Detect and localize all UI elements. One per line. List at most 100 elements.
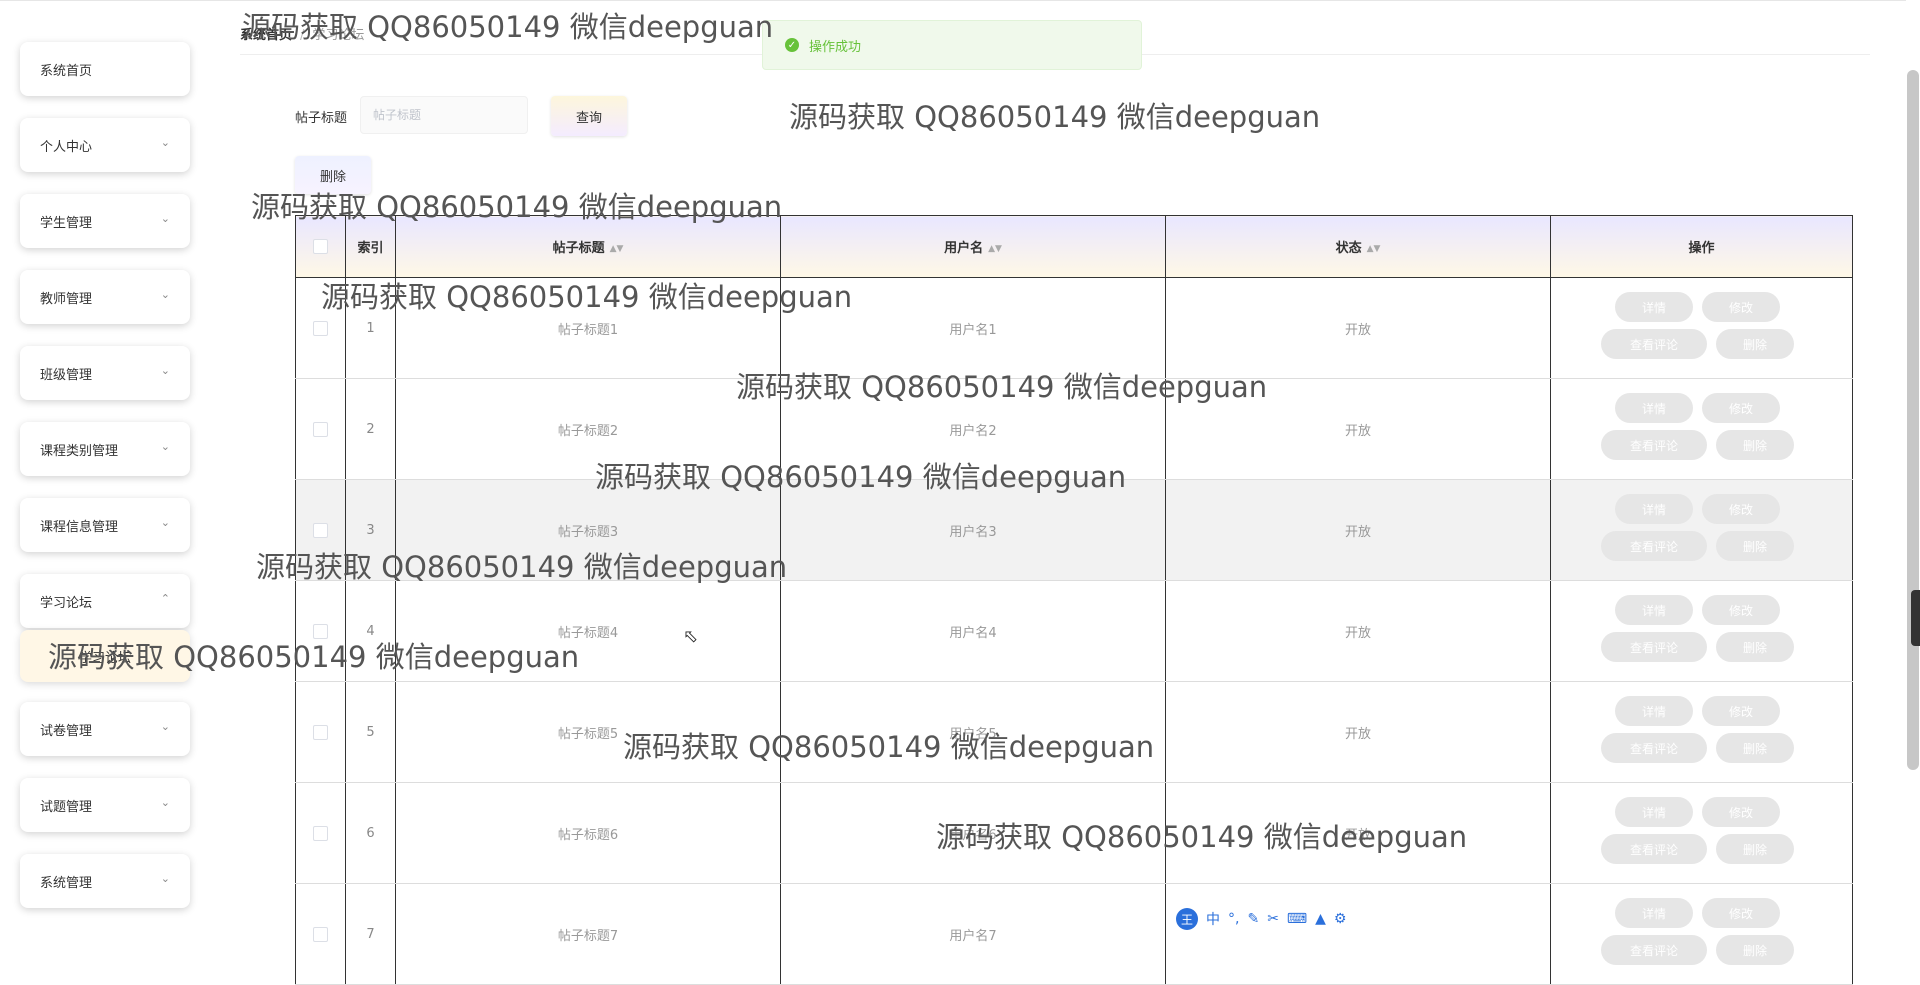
row-title: 帖子标题5 bbox=[395, 681, 781, 783]
row-checkbox[interactable] bbox=[313, 522, 328, 538]
view-comments-button[interactable]: 查看评论 bbox=[1601, 935, 1707, 965]
breadcrumb-home[interactable]: 系统首页 bbox=[240, 28, 292, 43]
sidebar-item-personal[interactable]: 个人中心 ⌄ bbox=[20, 118, 190, 172]
row-status: 开放 bbox=[1165, 782, 1551, 884]
punctuation-icon[interactable]: °, bbox=[1228, 911, 1239, 927]
keyboard-icon[interactable]: ⌨ bbox=[1287, 911, 1307, 927]
table-row: 5 帖子标题5 用户名5 开放 详情 修改 查看评论 删除 bbox=[295, 681, 1853, 783]
row-select-cell[interactable] bbox=[295, 277, 346, 379]
delete-button[interactable]: 删除 bbox=[1716, 430, 1794, 460]
sidebar-item-label: 学生管理 bbox=[40, 215, 93, 231]
sidebar-subitem-label: 学习论坛 bbox=[78, 650, 131, 666]
sort-icon[interactable]: ▲▼ bbox=[988, 244, 1002, 254]
detail-button[interactable]: 详情 bbox=[1615, 595, 1693, 625]
sidebar-item-classes[interactable]: 班级管理 ⌄ bbox=[20, 346, 190, 400]
pen-icon[interactable]: ✎ bbox=[1247, 911, 1259, 927]
chevron-up-icon: ⌃ bbox=[160, 592, 170, 605]
skin-icon[interactable]: ▲ bbox=[1315, 911, 1326, 927]
query-button[interactable]: 查询 bbox=[551, 96, 627, 136]
sort-icon[interactable]: ▲▼ bbox=[610, 244, 624, 254]
title-header-label: 帖子标题 bbox=[552, 241, 605, 256]
sidebar-item-teachers[interactable]: 教师管理 ⌄ bbox=[20, 270, 190, 324]
edit-button[interactable]: 修改 bbox=[1702, 494, 1780, 524]
row-checkbox[interactable] bbox=[313, 320, 328, 336]
edit-button[interactable]: 修改 bbox=[1702, 696, 1780, 726]
sidebar-item-label: 个人中心 bbox=[40, 139, 93, 155]
title-header[interactable]: 帖子标题 ▲▼ bbox=[395, 215, 781, 278]
success-toast: ✓ 操作成功 bbox=[762, 20, 1142, 70]
edit-button[interactable]: 修改 bbox=[1702, 292, 1780, 322]
sidebar-item-label: 试题管理 bbox=[40, 799, 93, 815]
row-select-cell[interactable] bbox=[295, 479, 346, 581]
edit-button[interactable]: 修改 bbox=[1702, 797, 1780, 827]
batch-delete-button[interactable]: 删除 bbox=[295, 156, 371, 194]
row-actions: 详情 修改查看评论 删除 bbox=[1550, 378, 1853, 480]
delete-button[interactable]: 删除 bbox=[1716, 733, 1794, 763]
sort-icon[interactable]: ▲▼ bbox=[1367, 244, 1381, 254]
mouse-cursor-icon: ⬁ bbox=[683, 626, 699, 647]
chevron-down-icon: ⌄ bbox=[160, 212, 170, 225]
delete-button[interactable]: 删除 bbox=[1716, 935, 1794, 965]
table-header-row: 索引 帖子标题 ▲▼ 用户名 ▲▼ 状态 ▲▼ 操作 bbox=[295, 215, 1853, 278]
sidebar-item-exams[interactable]: 试卷管理 ⌄ bbox=[20, 702, 190, 756]
detail-button[interactable]: 详情 bbox=[1615, 696, 1693, 726]
view-comments-button[interactable]: 查看评论 bbox=[1601, 834, 1707, 864]
detail-button[interactable]: 详情 bbox=[1615, 494, 1693, 524]
row-select-cell[interactable] bbox=[295, 580, 346, 682]
row-actions: 详情 修改查看评论 删除 bbox=[1550, 277, 1853, 379]
view-comments-button[interactable]: 查看评论 bbox=[1601, 733, 1707, 763]
delete-button[interactable]: 删除 bbox=[1716, 632, 1794, 662]
row-title: 帖子标题4 bbox=[395, 580, 781, 682]
sidebar-item-course-info[interactable]: 课程信息管理 ⌄ bbox=[20, 498, 190, 552]
side-handle[interactable] bbox=[1911, 590, 1920, 646]
detail-button[interactable]: 详情 bbox=[1615, 393, 1693, 423]
view-comments-button[interactable]: 查看评论 bbox=[1601, 430, 1707, 460]
sidebar-item-students[interactable]: 学生管理 ⌄ bbox=[20, 194, 190, 248]
delete-button[interactable]: 删除 bbox=[1716, 834, 1794, 864]
view-comments-button[interactable]: 查看评论 bbox=[1601, 632, 1707, 662]
row-checkbox[interactable] bbox=[313, 926, 328, 942]
sidebar-item-forum[interactable]: 学习论坛 ⌃ bbox=[20, 574, 190, 628]
delete-button[interactable]: 删除 bbox=[1716, 531, 1794, 561]
table-row: 6 帖子标题6 用户名6 开放 详情 修改 查看评论 删除 bbox=[295, 782, 1853, 884]
row-checkbox[interactable] bbox=[313, 421, 328, 437]
select-all-header[interactable] bbox=[295, 215, 346, 278]
scrollbar-thumb[interactable] bbox=[1907, 70, 1919, 770]
edit-button[interactable]: 修改 bbox=[1702, 393, 1780, 423]
delete-button[interactable]: 删除 bbox=[1716, 329, 1794, 359]
username-header[interactable]: 用户名 ▲▼ bbox=[780, 215, 1166, 278]
row-checkbox[interactable] bbox=[313, 724, 328, 740]
sidebar-item-course-categories[interactable]: 课程类别管理 ⌄ bbox=[20, 422, 190, 476]
row-select-cell[interactable] bbox=[295, 782, 346, 884]
row-title: 帖子标题3 bbox=[395, 479, 781, 581]
edit-button[interactable]: 修改 bbox=[1702, 898, 1780, 928]
row-username: 用户名5 bbox=[780, 681, 1166, 783]
detail-button[interactable]: 详情 bbox=[1615, 797, 1693, 827]
scissors-icon[interactable]: ✂ bbox=[1267, 911, 1279, 927]
ime-lang-toggle[interactable]: 中 bbox=[1206, 909, 1220, 929]
select-all-checkbox[interactable] bbox=[313, 239, 328, 254]
row-actions: 详情 修改查看评论 删除 bbox=[1550, 883, 1853, 985]
row-checkbox[interactable] bbox=[313, 623, 328, 639]
status-header-label: 状态 bbox=[1335, 241, 1362, 256]
row-select-cell[interactable] bbox=[295, 681, 346, 783]
status-header[interactable]: 状态 ▲▼ bbox=[1165, 215, 1551, 278]
sidebar-subitem-forum[interactable]: 学习论坛 bbox=[20, 630, 190, 682]
ime-logo-icon[interactable]: 王 bbox=[1176, 908, 1198, 930]
edit-button[interactable]: 修改 bbox=[1702, 595, 1780, 625]
row-checkbox[interactable] bbox=[313, 825, 328, 841]
table-row: 3 帖子标题3 用户名3 开放 详情 修改 查看评论 删除 bbox=[295, 479, 1853, 581]
view-comments-button[interactable]: 查看评论 bbox=[1601, 329, 1707, 359]
gear-icon[interactable]: ⚙ bbox=[1334, 911, 1347, 927]
row-select-cell[interactable] bbox=[295, 378, 346, 480]
ime-toolbar[interactable]: 王 中 °, ✎ ✂ ⌨ ▲ ⚙ bbox=[1176, 907, 1372, 931]
search-input[interactable] bbox=[360, 96, 528, 134]
sidebar-item-questions[interactable]: 试题管理 ⌄ bbox=[20, 778, 190, 832]
detail-button[interactable]: 详情 bbox=[1615, 898, 1693, 928]
row-select-cell[interactable] bbox=[295, 883, 346, 985]
view-comments-button[interactable]: 查看评论 bbox=[1601, 531, 1707, 561]
sidebar-item-home[interactable]: 系统首页 bbox=[20, 42, 190, 96]
row-index: 1 bbox=[345, 277, 396, 379]
detail-button[interactable]: 详情 bbox=[1615, 292, 1693, 322]
sidebar-item-system[interactable]: 系统管理 ⌄ bbox=[20, 854, 190, 908]
